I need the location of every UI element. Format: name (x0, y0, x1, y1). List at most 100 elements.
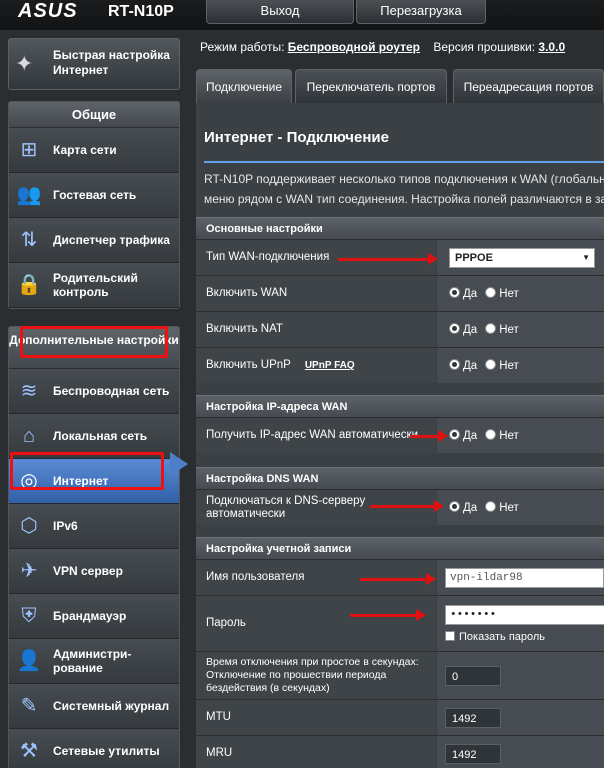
basic-settings-section: Основные настройки Тип WAN-подключения P… (196, 217, 604, 383)
section-title: Основные настройки (196, 217, 604, 239)
enable-wan-row: Включить WAN Да Нет (196, 275, 604, 311)
admin-icon: 👤 (16, 650, 42, 672)
password-row: Пароль ••••••• Показать пароль (196, 595, 604, 651)
auto-dns-cell: Да Нет (437, 490, 604, 525)
sidebar-item-label: Родительский контроль (53, 271, 138, 299)
section-title: Настройка DNS WAN (196, 467, 604, 489)
sidebar-item-label: Беспроводная сеть (53, 384, 170, 398)
sidebar-item-network-map[interactable]: ⊞ Карта сети (9, 128, 179, 173)
username-input[interactable]: vpn-ildar98 (445, 567, 604, 588)
quick-setup-button[interactable]: ✦ Быстрая настройка Интернет (8, 38, 180, 90)
auto-ip-no-radio[interactable] (485, 429, 497, 440)
password-label: Пароль (196, 596, 436, 651)
tab-port-forwarding[interactable]: Переадресация портов (453, 69, 604, 103)
page-title: Интернет - Подключение (204, 129, 389, 146)
enable-nat-cell: Да Нет (437, 312, 604, 347)
enable-wan-cell: Да Нет (437, 276, 604, 311)
yes-label: Да (463, 324, 478, 336)
firewall-icon: ⛨ (21, 605, 37, 627)
yes-label: Да (463, 360, 478, 372)
lan-home-icon: ⌂ (22, 425, 36, 447)
sidebar-item-label: Администри- рование (53, 647, 132, 675)
active-item-pointer (170, 452, 188, 476)
quick-setup-label: Быстрая настройка Интернет (53, 48, 170, 77)
mru-input[interactable]: 1492 (445, 743, 501, 764)
router-model: RT-N10P (108, 3, 174, 20)
firmware-link[interactable]: 3.0.0 (538, 40, 565, 54)
sidebar-item-syslog[interactable]: ✎ Системный журнал (9, 684, 179, 729)
general-title: Общие (9, 102, 179, 128)
enable-wan-label: Включить WAN (196, 276, 436, 311)
sidebar-item-ipv6[interactable]: ⬡ IPv6 (9, 504, 179, 549)
upnp-faq-link[interactable]: UPnP FAQ (305, 359, 355, 372)
username-cell: vpn-ildar98 (437, 560, 604, 595)
vpn-icon: ✈ (20, 560, 38, 582)
sidebar-item-label: Брандмауэр (53, 609, 127, 623)
yes-label: Да (463, 430, 478, 442)
show-password-checkbox[interactable] (445, 630, 455, 641)
enable-wan-yes-radio[interactable] (449, 287, 460, 298)
enable-wan-no-radio[interactable] (485, 287, 497, 298)
sidebar-item-administration[interactable]: 👤 Администри- рование (9, 639, 179, 684)
main-panel: Интернет - Подключение RT-N10P поддержив… (196, 103, 604, 768)
sidebar-item-firewall[interactable]: ⛨ Брандмауэр (9, 594, 179, 639)
tab-connection[interactable]: Подключение (196, 69, 292, 103)
idle-timeout-row: Время отключения при простое в секундах:… (196, 651, 604, 699)
reboot-button[interactable]: Перезагрузка (356, 0, 486, 24)
auto-dns-no-radio[interactable] (485, 501, 497, 512)
auto-ip-yes-radio[interactable] (449, 429, 460, 440)
mode-link[interactable]: Беспроводной роутер (288, 40, 420, 54)
ipv6-icon: ⬡ (20, 515, 38, 537)
enable-nat-no-radio[interactable] (485, 323, 497, 334)
idle-timeout-label: Время отключения при простое в секундах:… (196, 652, 436, 699)
enable-upnp-no-radio[interactable] (485, 359, 497, 370)
idle-timeout-input[interactable]: 0 (445, 665, 501, 686)
wan-type-cell: PPPOE (437, 240, 604, 275)
sidebar-item-traffic-manager[interactable]: ⇅ Диспетчер трафика (9, 218, 179, 263)
title-divider (204, 161, 604, 163)
mtu-input[interactable]: 1492 (445, 707, 501, 728)
sidebar-item-vpn[interactable]: ✈ VPN сервер (9, 549, 179, 594)
status-line: Режим работы: Беспроводной роутер Версия… (200, 40, 565, 54)
annotation-box-advanced (20, 326, 168, 358)
sidebar-item-label: VPN сервер (53, 564, 123, 578)
enable-upnp-row: Включить UPnP UPnP FAQ Да Нет (196, 347, 604, 383)
description-line-1: RT-N10P поддерживает несколько типов под… (204, 172, 604, 186)
tools-icon: ⚒ (20, 740, 38, 762)
enable-upnp-cell: Да Нет (437, 348, 604, 383)
network-map-icon: ⊞ (20, 139, 38, 161)
idle-timeout-cell: 0 (437, 652, 604, 699)
tab-bar: Подключение Переключатель портов Переадр… (196, 69, 604, 103)
enable-nat-yes-radio[interactable] (449, 323, 460, 334)
password-input[interactable]: ••••••• (445, 604, 604, 625)
sidebar-item-parental-control[interactable]: 🔒 Родительский контроль (9, 263, 179, 308)
enable-upnp-label: Включить UPnP UPnP FAQ (196, 348, 436, 383)
mode-label: Режим работы: (200, 40, 285, 54)
no-label: Нет (499, 324, 519, 336)
firmware-label: Версия прошивки: (433, 40, 536, 54)
enable-nat-label: Включить NAT (196, 312, 436, 347)
sidebar-item-guest-network[interactable]: 👥 Гостевая сеть (9, 173, 179, 218)
logout-button[interactable]: Выход (206, 0, 354, 24)
annotation-arrow-password (350, 609, 426, 621)
annotation-arrow-auto-dns (370, 500, 444, 512)
sidebar-item-wireless[interactable]: ≋ Беспроводная сеть (9, 369, 179, 414)
auto-ip-cell: Да Нет (437, 418, 604, 453)
mtu-label: MTU (196, 700, 436, 735)
syslog-icon: ✎ (20, 695, 38, 717)
parental-control-icon: 🔒 (16, 274, 42, 296)
general-menu: Общие ⊞ Карта сети 👥 Гостевая сеть ⇅ Дис… (8, 101, 180, 309)
annotation-arrow-auto-ip (410, 430, 448, 442)
enable-upnp-yes-radio[interactable] (449, 359, 460, 370)
tab-port-switch[interactable]: Переключатель портов (295, 69, 447, 103)
sidebar-item-label: IPv6 (53, 519, 78, 533)
mtu-cell: 1492 (437, 700, 604, 735)
wireless-icon: ≋ (20, 380, 38, 402)
sidebar-item-label: Локальная сеть (53, 429, 148, 443)
mru-cell: 1492 (437, 736, 604, 768)
yes-label: Да (463, 288, 478, 300)
sidebar-item-label: Сетевые утилиты (53, 744, 160, 758)
auto-dns-yes-radio[interactable] (449, 501, 460, 512)
wan-type-select[interactable]: PPPOE (449, 247, 595, 268)
sidebar-item-network-tools[interactable]: ⚒ Сетевые утилиты (9, 729, 179, 768)
